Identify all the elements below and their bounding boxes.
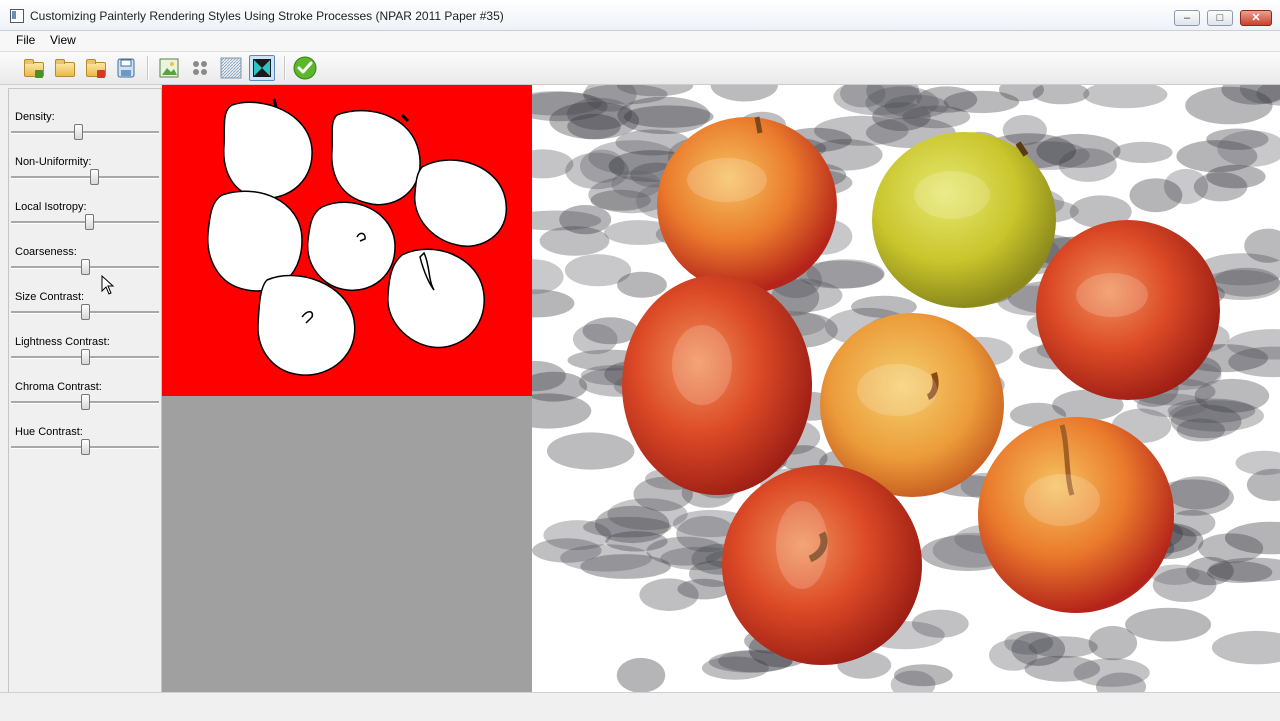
shadow-stroke — [711, 85, 778, 102]
slider-label: Density: — [15, 111, 55, 123]
shadow-stroke — [894, 664, 953, 686]
mask-icon — [250, 56, 274, 80]
shadow-stroke — [1125, 608, 1211, 642]
status-bar — [0, 692, 1280, 721]
slider-thumb[interactable] — [81, 349, 90, 365]
shadow-stroke — [1212, 631, 1280, 664]
dots-button[interactable] — [187, 55, 213, 81]
slider-label: Chroma Contrast: — [15, 381, 102, 393]
open-folder-button-2[interactable] — [51, 55, 77, 81]
open-folder-button-3[interactable] — [82, 55, 108, 81]
slider-label: Coarseness: — [15, 246, 77, 258]
texture-icon — [218, 55, 244, 81]
texture-button[interactable] — [218, 55, 244, 81]
shadow-stroke — [1236, 451, 1280, 475]
app-icon — [10, 9, 24, 23]
shadow-stroke — [944, 91, 1020, 113]
open-folder-icon — [55, 62, 75, 77]
slider-label: Lightness Contrast: — [15, 336, 110, 348]
slider-thumb[interactable] — [81, 259, 90, 275]
mask-button[interactable] — [249, 55, 275, 81]
slider-track[interactable] — [11, 131, 159, 134]
shadow-stroke — [1074, 658, 1150, 687]
slider-label: Non-Uniformity: — [15, 156, 91, 168]
save-button[interactable] — [113, 55, 139, 81]
shadow-stroke — [1029, 636, 1098, 658]
shadow-stroke — [1113, 142, 1173, 163]
slider-label: Hue Contrast: — [15, 426, 83, 438]
checkmark-icon — [292, 55, 318, 81]
apply-button[interactable] — [292, 55, 318, 81]
slider-thumb[interactable] — [81, 439, 90, 455]
menu-view[interactable]: View — [50, 33, 76, 47]
menu-file[interactable]: File — [16, 33, 35, 47]
shadow-stroke — [1130, 178, 1183, 212]
close-icon: ✕ — [1241, 11, 1271, 25]
open-folder-button-1[interactable] — [20, 55, 46, 81]
shadow-stroke — [549, 102, 639, 139]
shadow-stroke — [532, 259, 564, 294]
slider-label: Size Contrast: — [15, 291, 84, 303]
dots-icon — [187, 55, 213, 81]
shadow-stroke — [611, 170, 661, 198]
minimize-button[interactable]: – — [1174, 10, 1200, 26]
minimize-icon: – — [1175, 11, 1199, 25]
toolbar-separator — [284, 56, 286, 80]
painted-apples-image — [532, 85, 1280, 692]
save-disk-icon — [113, 55, 139, 81]
close-button[interactable]: ✕ — [1240, 10, 1272, 26]
shadow-stroke — [807, 259, 885, 288]
segmentation-mask-view[interactable] — [162, 85, 532, 396]
shadow-stroke — [639, 578, 698, 611]
shadow-stroke — [1089, 626, 1137, 660]
slider-thumb[interactable] — [81, 304, 90, 320]
maximize-button[interactable]: □ — [1207, 10, 1233, 26]
title-bar: Customizing Painterly Rendering Styles U… — [0, 0, 1280, 31]
slider-track[interactable] — [11, 176, 159, 179]
shadow-stroke — [617, 272, 667, 298]
painterly-rendering-view[interactable] — [532, 85, 1280, 692]
slider-label: Local Isotropy: — [15, 201, 87, 213]
slider-thumb[interactable] — [85, 214, 94, 230]
shadow-stroke — [1083, 85, 1167, 108]
apple-mask-image — [162, 85, 532, 396]
toolbar-separator — [147, 56, 149, 80]
shadow-stroke — [912, 610, 969, 638]
shadow-stroke — [573, 324, 618, 354]
load-image-button[interactable] — [156, 55, 182, 81]
shadow-stroke — [547, 432, 635, 469]
mouse-cursor-icon — [101, 275, 115, 295]
slider-thumb[interactable] — [74, 124, 83, 140]
slider-thumb[interactable] — [90, 169, 99, 185]
load-image-icon — [156, 55, 182, 81]
shadow-stroke — [532, 538, 602, 562]
shadow-stroke — [617, 658, 665, 692]
slider-thumb[interactable] — [81, 394, 90, 410]
style-parameters-panel: Density: Non-Uniformity: Local Isotropy: Co… — [8, 88, 162, 694]
shadow-stroke — [1206, 165, 1265, 189]
toolbar — [0, 52, 1280, 85]
menu-bar: File View — [0, 31, 1280, 52]
window-title: Customizing Painterly Rendering Styles U… — [30, 9, 504, 23]
maximize-icon: □ — [1208, 11, 1232, 25]
empty-preview-area — [162, 396, 532, 692]
shadow-stroke — [1195, 379, 1270, 413]
